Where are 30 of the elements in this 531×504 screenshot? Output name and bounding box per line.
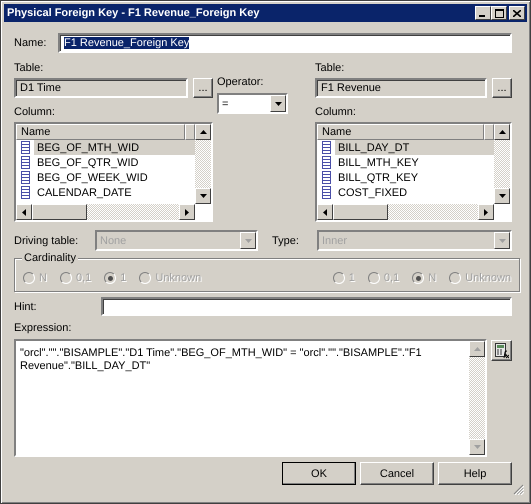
table-field: F1 Revenue	[315, 78, 487, 98]
operator-dropdown[interactable]: =	[217, 93, 288, 114]
window-title: Physical Foreign Key - F1 Revenue_Foreign Key	[7, 7, 260, 19]
expression-field[interactable]: "orcl".""."BISAMPLE"."D1 Time"."BEG_OF_MTH_WID" = "orcl".""."BISAMPLE"."F1 Revenue"."BILL_DAY_DT"	[14, 339, 487, 457]
column-item[interactable]: BILL_MTH_KEY	[317, 155, 494, 170]
column-header[interactable]: Name	[16, 124, 185, 140]
column-item[interactable]: COST_FIXED	[317, 185, 494, 200]
table-label: Table:	[14, 61, 44, 75]
name-field[interactable]: F1 Revenue_Foreign Key	[58, 33, 512, 53]
column-item[interactable]: BILL_QTR_KEY	[317, 170, 494, 185]
browse-button[interactable]: ...	[193, 78, 213, 98]
dialog-button[interactable]: Help	[438, 462, 512, 485]
operator-label: Operator:	[217, 75, 264, 89]
browse-button[interactable]: ...	[492, 78, 512, 98]
column-label: Column:	[315, 105, 357, 119]
column-label: Column:	[14, 105, 56, 119]
column-item[interactable]: BEG_OF_QTR_WID	[16, 155, 195, 170]
dialog-button[interactable]: OK	[282, 462, 356, 485]
expression-label: Expression:	[14, 321, 72, 335]
dialog-button[interactable]: Cancel	[360, 462, 434, 485]
cardinality-label: Cardinality	[22, 252, 78, 265]
name-label: Name:	[14, 36, 48, 50]
driving-table-label: Driving table:	[14, 234, 80, 248]
column-item[interactable]: BEG_OF_WEEK_WID	[16, 170, 195, 185]
hint-label: Hint:	[14, 300, 38, 314]
column-item[interactable]: CALENDAR_DATE	[16, 185, 195, 200]
table-field: D1 Time	[14, 78, 188, 98]
type-label: Type:	[272, 234, 300, 248]
table-label: Table:	[315, 61, 346, 75]
column-header[interactable]: Name	[317, 124, 484, 140]
